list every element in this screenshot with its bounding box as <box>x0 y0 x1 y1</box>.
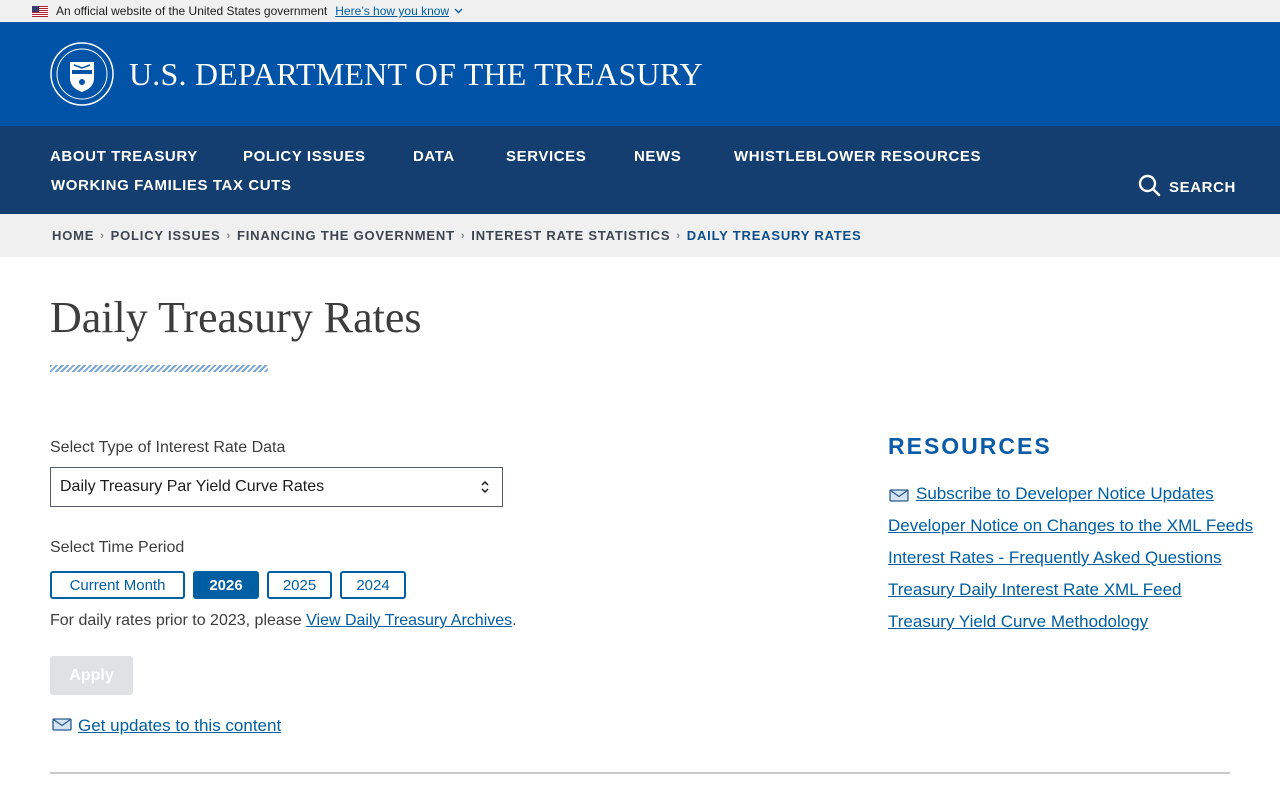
get-updates-link[interactable]: Get updates to this content <box>52 716 281 736</box>
nav-news[interactable]: NEWS <box>634 148 681 165</box>
resources-heading: RESOURCES <box>888 433 1052 459</box>
envelope-icon <box>52 716 72 736</box>
select-arrows-icon <box>480 478 490 496</box>
archive-note-period: . <box>512 612 517 629</box>
site-title[interactable]: U.S. DEPARTMENT OF THE TREASURY <box>129 56 703 93</box>
breadcrumb-home[interactable]: HOME <box>52 228 94 243</box>
breadcrumb-interest-rate-statistics[interactable]: INTEREST RATE STATISTICS <box>471 228 670 243</box>
get-updates-label: Get updates to this content <box>78 716 282 735</box>
site-header: U.S. DEPARTMENT OF THE TREASURY <box>0 22 1280 126</box>
treasury-seal-icon[interactable] <box>50 42 114 106</box>
period-2025-button[interactable]: 2025 <box>267 571 332 599</box>
resource-link-label: Interest Rates - Frequently Asked Questi… <box>888 548 1222 567</box>
breadcrumb: HOME › POLICY ISSUES › FINANCING THE GOV… <box>0 214 1280 257</box>
chevron-right-icon: › <box>460 229 466 242</box>
rate-type-value: Daily Treasury Par Yield Curve Rates <box>60 478 325 495</box>
resource-link-xml-changes[interactable]: Developer Notice on Changes to the XML F… <box>888 516 1253 536</box>
us-flag-icon <box>32 5 48 17</box>
page-title: Daily Treasury Rates <box>50 293 422 342</box>
search-label: SEARCH <box>1169 179 1236 196</box>
nav-whistleblower-resources[interactable]: WHISTLEBLOWER RESOURCES <box>734 148 981 165</box>
resource-link-label: Treasury Yield Curve Methodology <box>888 612 1149 631</box>
nav-services[interactable]: SERVICES <box>506 148 586 165</box>
archive-note-text: For daily rates prior to 2023, please <box>50 612 307 629</box>
period-current-month-button[interactable]: Current Month <box>50 571 185 599</box>
heres-how-you-know-label: Here’s how you know <box>335 4 450 18</box>
title-underline <box>50 365 268 372</box>
envelope-icon <box>888 488 910 502</box>
section-divider <box>50 772 1230 774</box>
resource-link-label: Treasury Daily Interest Rate XML Feed <box>888 580 1182 599</box>
resource-link-methodology[interactable]: Treasury Yield Curve Methodology <box>888 612 1148 632</box>
resource-link-label: Subscribe to Developer Notice Updates <box>916 484 1214 503</box>
chevron-down-icon <box>454 6 463 17</box>
type-label: Select Type of Interest Rate Data <box>50 439 286 456</box>
chevron-right-icon: › <box>676 229 681 242</box>
breadcrumb-policy-issues[interactable]: POLICY ISSUES <box>111 228 221 243</box>
nav-data[interactable]: DATA <box>413 148 455 165</box>
resource-link-label: Developer Notice on Changes to the XML F… <box>888 516 1254 535</box>
breadcrumb-daily-treasury-rates[interactable]: DAILY TREASURY RATES <box>687 228 862 243</box>
view-archives-link[interactable]: View Daily Treasury Archives <box>306 612 512 629</box>
resource-link-subscribe[interactable]: Subscribe to Developer Notice Updates <box>888 484 1214 504</box>
chevron-right-icon: › <box>100 229 105 242</box>
period-label: Select Time Period <box>50 539 185 556</box>
resource-link-faq[interactable]: Interest Rates - Frequently Asked Questi… <box>888 548 1222 568</box>
breadcrumb-financing-the-government[interactable]: FINANCING THE GOVERNMENT <box>237 228 455 243</box>
nav-about-treasury[interactable]: ABOUT TREASURY <box>50 148 198 165</box>
search-icon <box>1138 174 1169 201</box>
chevron-right-icon: › <box>226 229 231 242</box>
main-nav: ABOUT TREASURY POLICY ISSUES DATA SERVIC… <box>0 126 1280 214</box>
rate-type-select[interactable]: Daily Treasury Par Yield Curve Rates <box>50 467 503 507</box>
gov-banner-text: An official website of the United States… <box>56 4 328 18</box>
heres-how-you-know-link[interactable]: Here’s how you know <box>335 4 463 18</box>
nav-working-families-tax-cuts[interactable]: WORKING FAMILIES TAX CUTS <box>51 177 292 194</box>
period-2026-button[interactable]: 2026 <box>193 571 259 599</box>
gov-banner: An official website of the United States… <box>0 0 1280 22</box>
archive-note: For daily rates prior to 2023, please Vi… <box>50 612 517 630</box>
apply-button[interactable]: Apply <box>50 656 133 695</box>
period-2024-button[interactable]: 2024 <box>340 571 406 599</box>
nav-policy-issues[interactable]: POLICY ISSUES <box>243 148 366 165</box>
search-button[interactable]: SEARCH <box>1138 174 1236 201</box>
resource-link-xml-feed[interactable]: Treasury Daily Interest Rate XML Feed <box>888 580 1182 600</box>
